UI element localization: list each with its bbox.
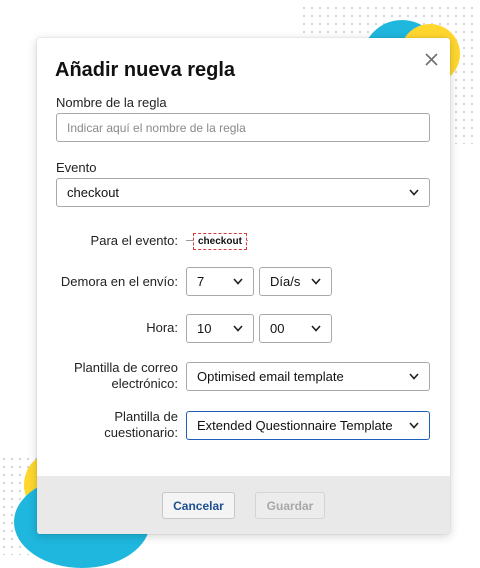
cancel-button[interactable]: Cancelar — [162, 492, 235, 519]
delay-amount-select[interactable]: 7 — [186, 267, 254, 296]
questionnaire-template-value: Extended Questionnaire Template — [197, 418, 393, 433]
event-tag: checkout — [193, 233, 247, 250]
close-button[interactable] — [422, 50, 440, 68]
dialog-title: Añadir nueva regla — [55, 59, 236, 81]
close-icon — [424, 52, 438, 66]
event-select-value: checkout — [67, 185, 120, 200]
questionnaire-template-label-line1: Plantilla de — [114, 409, 178, 424]
questionnaire-template-label: Plantilla de cuestionario: — [104, 409, 178, 441]
event-select[interactable]: checkout — [56, 178, 430, 207]
questionnaire-template-label-line2: cuestionario: — [104, 425, 178, 440]
chevron-down-icon — [233, 278, 243, 286]
chevron-down-icon — [409, 189, 419, 197]
for-event-label: Para el evento: — [90, 233, 178, 248]
email-template-label-line1: Plantilla de correo — [73, 360, 178, 375]
email-template-value: Optimised email template — [197, 369, 344, 384]
minute-select[interactable]: 00 — [259, 314, 332, 343]
hour-select[interactable]: 10 — [186, 314, 254, 343]
delay-amount-value: 7 — [197, 274, 205, 289]
add-rule-dialog: Añadir nueva regla Nombre de la regla Ev… — [37, 38, 450, 534]
event-label: Evento — [56, 160, 97, 175]
minute-value: 00 — [270, 321, 285, 336]
questionnaire-template-select[interactable]: Extended Questionnaire Template — [186, 411, 430, 440]
chevron-down-icon — [409, 422, 419, 430]
save-button[interactable]: Guardar — [255, 492, 325, 519]
time-label: Hora: — [146, 320, 178, 335]
email-template-select[interactable]: Optimised email template — [186, 362, 430, 391]
chevron-down-icon — [233, 325, 243, 333]
email-template-label-line2: electrónico: — [111, 376, 178, 391]
chevron-down-icon — [409, 373, 419, 381]
chevron-down-icon — [311, 278, 321, 286]
delay-unit-select[interactable]: Día/s — [259, 267, 332, 296]
chevron-down-icon — [311, 325, 321, 333]
delay-unit-value: Día/s — [270, 274, 301, 289]
email-template-label: Plantilla de correo electrónico: — [74, 360, 178, 392]
hour-value: 10 — [197, 321, 212, 336]
rule-name-label: Nombre de la regla — [56, 95, 167, 110]
delay-label: Demora en el envío: — [60, 274, 178, 289]
dialog-footer: Cancelar Guardar — [37, 476, 450, 534]
rule-name-input[interactable] — [56, 113, 430, 142]
